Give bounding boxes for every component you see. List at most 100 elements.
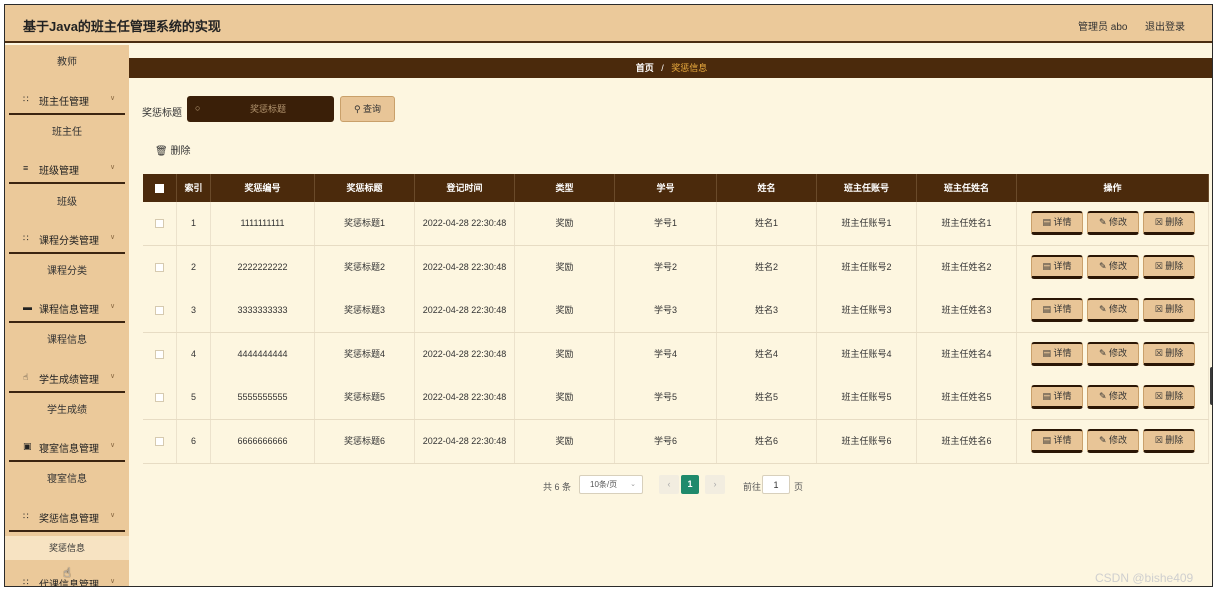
prev-page-button[interactable]: ‹ bbox=[659, 475, 679, 494]
cell-teacher-name: 班主任姓名4 bbox=[917, 332, 1017, 376]
detail-button[interactable]: ▤ 详情 bbox=[1031, 254, 1083, 279]
sidebar-menu-item[interactable]: ▬ 课程信息管理 ∨ bbox=[5, 293, 129, 321]
cell-name: 姓名4 bbox=[717, 332, 817, 376]
logout-link[interactable]: 退出登录 bbox=[1145, 18, 1185, 33]
sidebar-subitem[interactable]: 班主任 bbox=[5, 121, 129, 145]
cell-title: 奖惩标题2 bbox=[315, 245, 415, 289]
delete-button[interactable]: ☒ 删除 bbox=[1143, 385, 1195, 409]
detail-button-label: 详情 bbox=[1053, 260, 1072, 271]
sidebar-menu-item[interactable]: ∷ 奖惩信息管理 ∨ bbox=[5, 502, 129, 530]
cell-name: 姓名2 bbox=[717, 245, 817, 289]
chevron-right-icon: › bbox=[713, 479, 717, 489]
select-all-checkbox[interactable] bbox=[155, 184, 164, 194]
edit-icon: ✎ bbox=[1098, 217, 1110, 227]
detail-button[interactable]: ▤ 详情 bbox=[1031, 341, 1083, 366]
sidebar-menu-item[interactable]: ≡ 班级管理 ∨ bbox=[5, 154, 129, 182]
detail-button-label: 详情 bbox=[1053, 304, 1072, 314]
detail-button[interactable]: ▤ 详情 bbox=[1031, 385, 1083, 409]
sidebar-menu-item[interactable]: ▣ 寝室信息管理 ∨ bbox=[5, 432, 129, 460]
edit-button-label: 修改 bbox=[1109, 260, 1128, 271]
page-number-current[interactable]: 1 bbox=[681, 475, 699, 494]
breadcrumb: 首页 / 奖惩信息 bbox=[129, 58, 1212, 78]
sidebar-subitem[interactable]: 班级 bbox=[5, 191, 129, 215]
grid-icon: ∷ bbox=[23, 577, 29, 587]
query-button-label: 查询 bbox=[363, 104, 382, 114]
edit-button[interactable]: ✎ 修改 bbox=[1087, 341, 1139, 366]
edit-button[interactable]: ✎ 修改 bbox=[1087, 254, 1139, 279]
row-checkbox[interactable] bbox=[155, 436, 164, 446]
edit-button[interactable]: ✎ 修改 bbox=[1087, 385, 1139, 409]
row-checkbox[interactable] bbox=[155, 349, 164, 359]
hand-cursor-icon: ☝︎ bbox=[63, 565, 71, 580]
edit-button[interactable]: ✎ 修改 bbox=[1087, 211, 1139, 235]
next-page-button[interactable]: › bbox=[705, 475, 725, 494]
sidebar-subitem[interactable]: 教师 bbox=[5, 51, 129, 75]
pagination: 共 6 条 10条/页 ⌄ ‹ 1 › 前往 页 bbox=[5, 475, 1212, 495]
cell-code: 3333333333 bbox=[211, 289, 315, 332]
cell-time: 2022-04-28 22:30:48 bbox=[415, 289, 515, 332]
row-checkbox[interactable] bbox=[155, 306, 164, 316]
table-row: 1 1111111111 奖惩标题1 2022-04-28 22:30:48 奖励 学号1… bbox=[143, 202, 1209, 246]
sidebar-divider bbox=[9, 530, 125, 532]
detail-icon: ▤ bbox=[1042, 217, 1054, 227]
row-select-cell bbox=[143, 245, 177, 289]
sidebar-subitem[interactable]: 学生成绩 bbox=[5, 399, 129, 423]
row-checkbox[interactable] bbox=[155, 393, 164, 403]
sidebar-subitem[interactable]: 课程信息 bbox=[5, 329, 129, 353]
delete-icon: ☒ bbox=[1154, 260, 1166, 271]
grid-icon: ∷ bbox=[23, 94, 29, 104]
row-checkbox[interactable] bbox=[155, 262, 164, 272]
delete-button[interactable]: ☒ 删除 bbox=[1143, 211, 1195, 235]
page-size-select[interactable]: 10条/页 ⌄ bbox=[579, 475, 643, 494]
sidebar-menu-item[interactable]: ∷ 班主任管理 ∨ bbox=[5, 85, 129, 113]
app-title: 基于Java的班主任管理系统的实现 bbox=[23, 19, 221, 34]
app-window: 基于Java的班主任管理系统的实现 管理员 abo 退出登录 教师 ∷ 班主任管理 ∨… bbox=[4, 4, 1213, 587]
edit-button[interactable]: ✎ 修改 bbox=[1087, 428, 1139, 453]
admin-user-label: 管理员 abo bbox=[1078, 22, 1128, 33]
table-row: 3 3333333333 奖惩标题3 2022-04-28 22:30:48 奖励 学号3… bbox=[143, 289, 1209, 333]
search-input[interactable] bbox=[209, 100, 327, 118]
query-button[interactable]: ⚲ 查询 bbox=[340, 96, 395, 122]
edit-button[interactable]: ✎ 修改 bbox=[1087, 298, 1139, 322]
delete-button[interactable]: ☒ 删除 bbox=[1143, 298, 1195, 322]
row-checkbox[interactable] bbox=[155, 219, 164, 229]
sidebar-menu-item[interactable]: ☝ 学生成绩管理 ∨ bbox=[5, 363, 129, 391]
detail-button[interactable]: ▤ 详情 bbox=[1031, 298, 1083, 322]
pagination-total: 共 6 条 bbox=[543, 482, 572, 492]
delete-button[interactable]: ☒ 删除 bbox=[1143, 341, 1195, 366]
delete-button[interactable]: ☒ 删除 bbox=[1143, 428, 1195, 453]
breadcrumb-home-link[interactable]: 首页 bbox=[636, 63, 654, 73]
sidebar-subitem[interactable]: 课程分类 bbox=[5, 260, 129, 284]
sidebar-subitem[interactable]: 奖惩信息 bbox=[5, 536, 129, 560]
side-drawer-handle[interactable] bbox=[1210, 367, 1212, 405]
cell-time: 2022-04-28 22:30:48 bbox=[415, 376, 515, 419]
edit-button-label: 修改 bbox=[1109, 434, 1128, 445]
delete-button[interactable]: ☒ 删除 bbox=[1143, 254, 1195, 279]
chevron-down-icon: ∨ bbox=[110, 234, 116, 241]
cell-teacher-account: 班主任账号5 bbox=[817, 376, 917, 419]
sidebar: 教师 ∷ 班主任管理 ∨ 班主任 ≡ 班级管理 ∨ 班级 ∷ 课程分类管理 ∨ 课程分类 ▬ 课程信息管理 ∨… bbox=[5, 45, 129, 587]
edit-icon: ✎ bbox=[1098, 347, 1110, 358]
search-label: 奖惩标题 bbox=[142, 108, 182, 119]
breadcrumb-separator: / bbox=[661, 63, 664, 73]
bulk-delete-button[interactable]: 🗑︎ 删除 bbox=[155, 142, 190, 157]
grid-icon: ∷ bbox=[23, 511, 29, 521]
breadcrumb-current: 奖惩信息 bbox=[671, 63, 708, 73]
chevron-down-icon: ∨ bbox=[110, 95, 116, 102]
table-row: 5 5555555555 奖惩标题5 2022-04-28 22:30:48 奖励 学号5… bbox=[143, 376, 1209, 420]
edit-icon: ✎ bbox=[1098, 434, 1110, 445]
chevron-down-icon: ∨ bbox=[110, 512, 116, 519]
delete-button-label: 删除 bbox=[1165, 434, 1184, 445]
detail-button[interactable]: ▤ 详情 bbox=[1031, 428, 1083, 453]
cell-name: 姓名1 bbox=[717, 202, 817, 245]
detail-button[interactable]: ▤ 详情 bbox=[1031, 211, 1083, 235]
sidebar-menu-item[interactable]: ∷ 课程分类管理 ∨ bbox=[5, 224, 129, 252]
search-icon: ○ bbox=[195, 103, 201, 113]
detail-icon: ▤ bbox=[1042, 391, 1054, 401]
search-box[interactable]: ○ bbox=[187, 96, 334, 122]
delete-icon: ☒ bbox=[1154, 391, 1166, 401]
jump-page-input[interactable] bbox=[762, 475, 790, 494]
sidebar-divider bbox=[9, 113, 125, 115]
delete-button-label: 删除 bbox=[1165, 304, 1184, 314]
detail-icon: ▤ bbox=[1042, 304, 1054, 314]
